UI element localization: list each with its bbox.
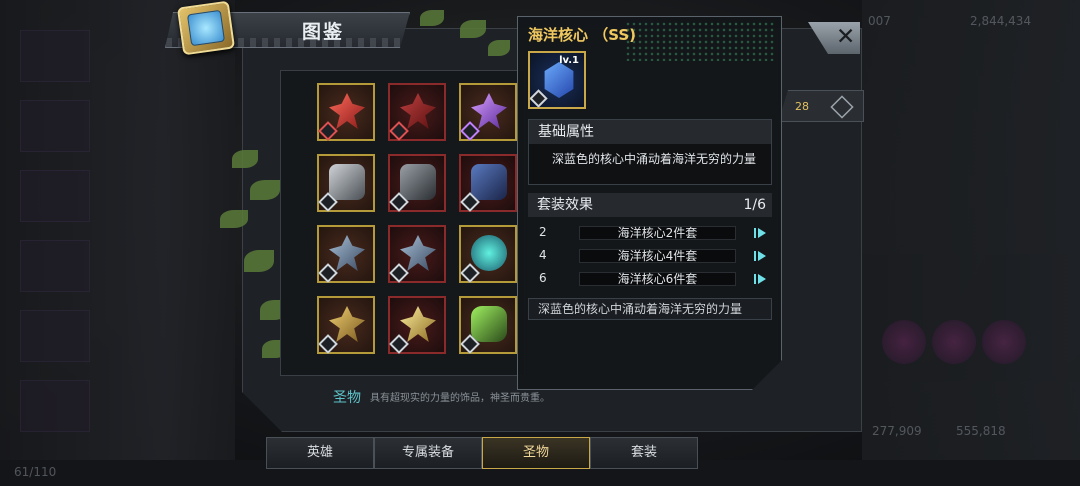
background-tile (20, 310, 90, 362)
background-resource-text: 007 (868, 14, 891, 28)
item-cell[interactable] (388, 154, 446, 212)
rarity-badge-icon (389, 263, 409, 283)
background-orb (932, 320, 976, 364)
set-bonus-label: 套装效果 (537, 197, 593, 213)
rarity-badge-icon (318, 263, 338, 283)
set-bonus-heading: 套装效果 1/6 (528, 193, 772, 217)
rarity-badge-icon (389, 121, 409, 141)
background-tile (20, 380, 90, 432)
item-portrait: lv.1 (528, 51, 586, 109)
codex-book-gem (186, 9, 226, 47)
vine-leaf (220, 210, 248, 228)
tab-exclusive-gear[interactable]: 专属装备 (374, 437, 482, 469)
background-tile (20, 240, 90, 292)
tab-heroes[interactable]: 英雄 (266, 437, 374, 469)
item-grid (280, 70, 525, 376)
steel-star-icon (329, 235, 365, 271)
set-bonus-name: 海洋核心6件套 (579, 272, 736, 286)
item-cell[interactable] (459, 296, 517, 354)
base-attributes-section: 基础属性 深蓝色的核心中涌动着海洋无穷的力量 (528, 119, 772, 185)
item-cell[interactable] (459, 225, 517, 283)
vine-leaf (232, 150, 258, 168)
item-title: 海洋核心 （SS) (528, 26, 637, 44)
background-resource-text: 2,844,434 (970, 14, 1032, 28)
expand-play-icon[interactable] (754, 227, 766, 239)
set-piece-count: 2 (539, 225, 547, 239)
background-left-panel (0, 0, 235, 486)
ocean-core-icon (541, 62, 577, 98)
background-stat-text: 555,818 (956, 424, 1006, 438)
gold-star-icon (400, 306, 436, 342)
category-name: 圣物 (333, 390, 361, 406)
background-orb (982, 320, 1026, 364)
background-right-panel (862, 0, 1080, 486)
close-icon: ✕ (836, 24, 856, 50)
item-cell[interactable] (317, 154, 375, 212)
item-cell[interactable] (388, 83, 446, 141)
gold-star-icon (329, 306, 365, 342)
base-attributes-heading: 基础属性 (529, 120, 771, 144)
red-crystal-icon (400, 93, 436, 129)
red-crystal-icon (329, 93, 365, 129)
rarity-badge-icon (529, 89, 547, 107)
gray-core-icon (400, 164, 436, 200)
set-piece-count: 4 (539, 248, 547, 262)
green-mace-icon (471, 306, 507, 342)
expand-play-icon[interactable] (754, 273, 766, 285)
item-cell[interactable] (317, 296, 375, 354)
game-screen: 2,844,434 007 277,909 555,818 61/110 图鉴 … (0, 0, 1080, 486)
item-cell[interactable] (388, 225, 446, 283)
set-bonus-name: 海洋核心2件套 (579, 226, 736, 240)
purple-crystal-icon (471, 93, 507, 129)
vine-leaf (244, 250, 274, 272)
background-orb (882, 320, 926, 364)
category-tabs: 英雄 专属装备 圣物 套装 (266, 437, 698, 469)
steel-star-icon (400, 235, 436, 271)
set-bonus-ratio: 1/6 (743, 197, 766, 213)
item-count: 28 (795, 100, 809, 113)
page-title: 图鉴 (302, 21, 345, 43)
background-tile (20, 100, 90, 152)
teal-orb-icon (471, 235, 507, 271)
vine-leaf (250, 180, 280, 200)
item-cell[interactable] (317, 225, 375, 283)
background-tile (20, 170, 90, 222)
item-detail-popup: 海洋核心 （SS) lv.1 基础属性 深蓝色的核心中涌动着海洋无穷的力量 套装… (517, 16, 782, 390)
item-count-badge[interactable]: 28 (778, 90, 864, 122)
vine-leaf (488, 40, 510, 56)
blue-core-icon (471, 164, 507, 200)
vine-leaf (420, 10, 444, 26)
category-description: 具有超现实的力量的饰品，神圣而贵重。 (370, 393, 550, 404)
item-flavor-text: 深蓝色的核心中涌动着海洋无穷的力量 (528, 298, 772, 320)
background-progress-text: 61/110 (14, 465, 57, 479)
expand-play-icon[interactable] (754, 250, 766, 262)
item-cell[interactable] (459, 83, 517, 141)
rarity-badge-icon (318, 334, 338, 354)
set-bonus-row: 2 海洋核心2件套 (528, 223, 772, 243)
tab-sets[interactable]: 套装 (590, 437, 698, 469)
set-bonus-name: 海洋核心4件套 (579, 249, 736, 263)
set-bonus-row: 4 海洋核心4件套 (528, 246, 772, 266)
base-attributes-description: 深蓝色的核心中涌动着海洋无穷的力量 (552, 152, 757, 166)
codex-book-icon (176, 0, 236, 56)
rarity-badge-icon (460, 121, 480, 141)
set-piece-count: 6 (539, 271, 547, 285)
gray-core-icon (329, 164, 365, 200)
item-cell[interactable] (317, 83, 375, 141)
cube-icon (830, 95, 854, 119)
background-stat-text: 277,909 (872, 424, 922, 438)
tab-relics[interactable]: 圣物 (482, 437, 590, 469)
item-cell[interactable] (459, 154, 517, 212)
item-level: lv.1 (559, 55, 579, 66)
popup-dot-pattern (625, 21, 775, 61)
background-tile (20, 30, 90, 82)
rarity-badge-icon (389, 334, 409, 354)
rarity-badge-icon (318, 121, 338, 141)
vine-leaf (460, 20, 486, 38)
item-cell[interactable] (388, 296, 446, 354)
set-bonus-row: 6 海洋核心6件套 (528, 269, 772, 289)
